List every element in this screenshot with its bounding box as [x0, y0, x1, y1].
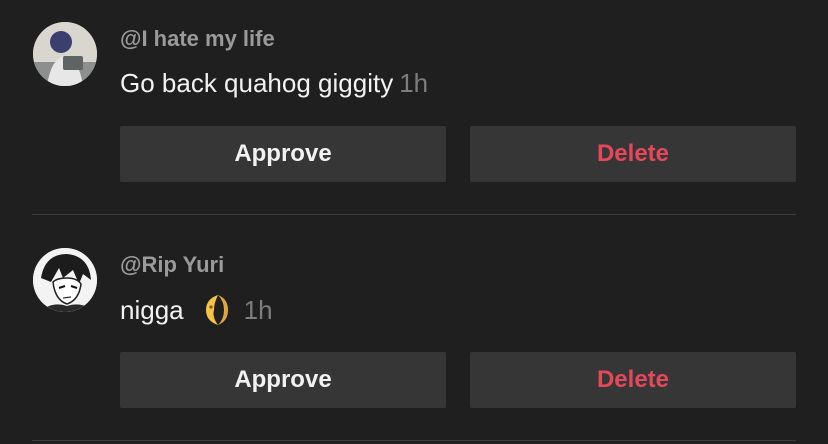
- approve-button[interactable]: Approve: [120, 126, 446, 182]
- avatar[interactable]: [33, 22, 97, 86]
- comment-username[interactable]: @Rip Yuri: [120, 252, 224, 278]
- comment-text: Go back quahog giggity: [120, 68, 394, 98]
- comment-time: 1h: [399, 68, 429, 98]
- manga-character-icon: [33, 248, 97, 312]
- approve-button[interactable]: Approve: [120, 352, 446, 408]
- delete-button[interactable]: Delete: [470, 352, 796, 408]
- comment-username[interactable]: @I hate my life: [120, 26, 275, 52]
- divider: [32, 214, 796, 215]
- divider: [32, 440, 796, 441]
- crescent-moon-face-emoji-icon: [205, 295, 228, 325]
- delete-button[interactable]: Delete: [470, 126, 796, 182]
- comment-time: 1h: [243, 295, 273, 325]
- comment-body: Go back quahog giggity 1h: [120, 67, 428, 99]
- user-photo-icon: [33, 22, 97, 86]
- comment-body: nigga 1h: [120, 293, 273, 327]
- comment-text: nigga: [120, 295, 184, 325]
- avatar[interactable]: [33, 248, 97, 312]
